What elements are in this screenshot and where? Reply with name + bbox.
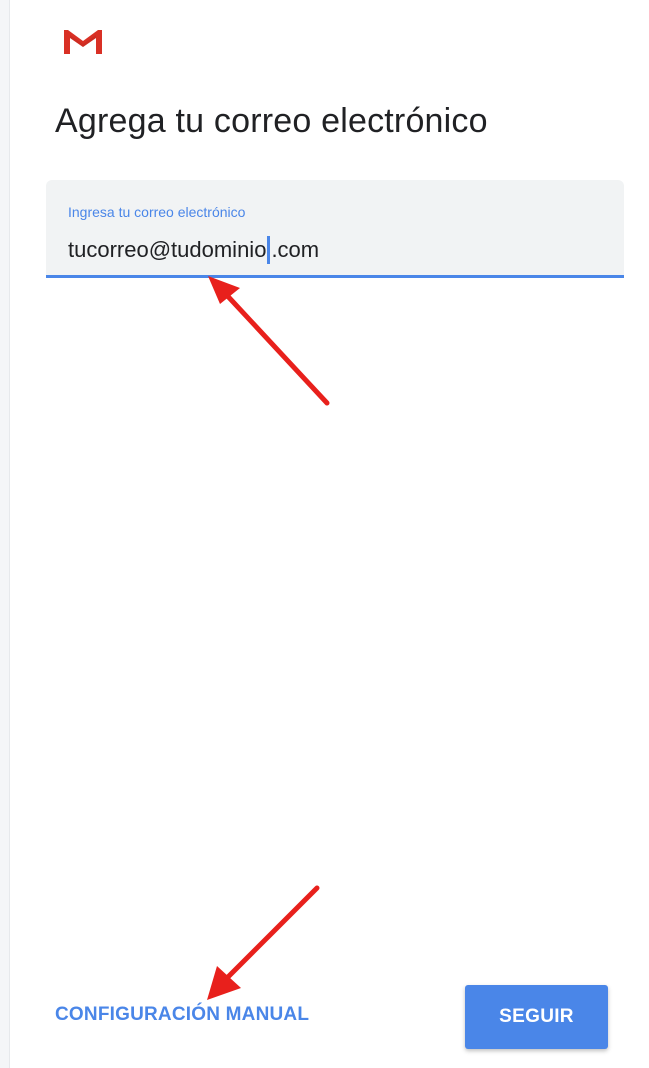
manual-setup-link[interactable]: CONFIGURACIÓN MANUAL — [55, 1004, 309, 1026]
next-button[interactable]: SEGUIR — [465, 985, 608, 1049]
email-field[interactable]: Ingresa tu correo electrónico tucorreo@t… — [46, 180, 624, 278]
left-edge-divider — [0, 0, 10, 1068]
annotation-arrow-field — [208, 276, 330, 406]
page-title: Agrega tu correo electrónico — [55, 102, 488, 140]
gmail-logo-icon — [64, 30, 102, 54]
email-value-before-cursor: tucorreo@tudominio — [68, 237, 267, 262]
email-setup-screen: Agrega tu correo electrónico Ingresa tu … — [0, 0, 649, 1068]
email-field-label: Ingresa tu correo electrónico — [68, 204, 246, 220]
text-cursor — [267, 236, 271, 264]
email-value-after-cursor: .com — [271, 237, 320, 262]
email-field-value[interactable]: tucorreo@tudominio .com — [68, 236, 319, 264]
annotation-arrow-manual — [207, 885, 320, 1000]
